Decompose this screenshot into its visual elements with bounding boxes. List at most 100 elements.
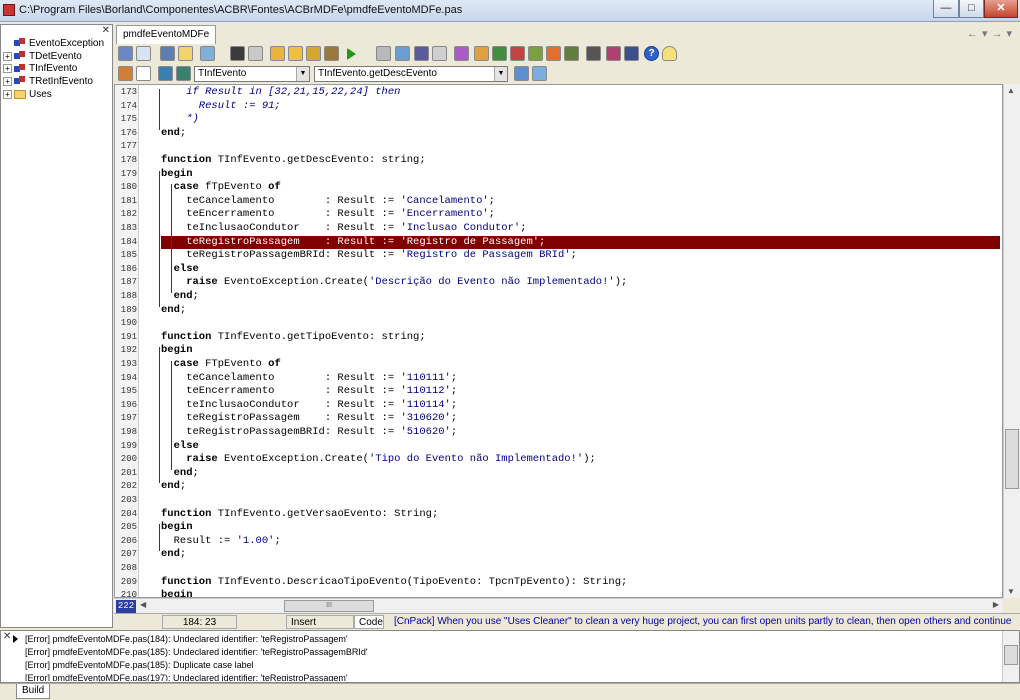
component-palette-icon[interactable] xyxy=(454,46,469,61)
tab-order-icon[interactable] xyxy=(606,46,621,61)
new-unit-icon[interactable] xyxy=(136,46,151,61)
tree-item[interactable]: + Uses xyxy=(3,88,52,101)
remove-icon[interactable] xyxy=(248,46,263,61)
tree-item[interactable]: + TInfEvento xyxy=(3,62,77,75)
tab-build[interactable]: Build xyxy=(16,684,51,699)
code-line[interactable]: teRegistroPassagem : Result := '310620'; xyxy=(161,412,1000,426)
cnpack-wizard-icon[interactable] xyxy=(474,46,489,61)
code-line[interactable]: teEncerramento : Result := '110112'; xyxy=(161,385,1000,399)
code-line[interactable]: teInclusaoCondutor : Result := '110114'; xyxy=(161,399,1000,413)
code-line[interactable]: teRegistroPassagemBRId: Result := 'Regis… xyxy=(161,249,1000,263)
tree-close-icon[interactable]: ✕ xyxy=(102,25,110,36)
sync-icon[interactable] xyxy=(514,66,529,81)
method-list-icon[interactable] xyxy=(176,66,191,81)
code-line[interactable]: teEncerramento : Result := 'Encerramento… xyxy=(161,208,1000,222)
message-line[interactable]: [Error] pmdfeEventoMDFe.pas(184): Undecl… xyxy=(25,633,348,646)
expand-icon[interactable]: + xyxy=(3,51,12,61)
code-line[interactable]: case fTpEvento of xyxy=(161,181,1000,195)
class-combo[interactable]: TInfEvento ▼ xyxy=(194,66,310,82)
code-line[interactable]: end; xyxy=(161,548,1000,562)
code-line[interactable]: teRegistroPassagemBRId: Result := '51062… xyxy=(161,426,1000,440)
code-line[interactable]: function TInfEvento.getVersaoEvento: Str… xyxy=(161,508,1000,522)
pause-icon[interactable] xyxy=(376,46,391,61)
scroll-thumb[interactable] xyxy=(1005,429,1019,489)
tab-code-view[interactable]: Code xyxy=(354,615,384,629)
code-line[interactable]: teCancelamento : Result := 'Cancelamento… xyxy=(161,195,1000,209)
chevron-down-icon[interactable]: ▼ xyxy=(296,67,309,81)
messages-close-icon[interactable]: ✕ xyxy=(3,631,11,642)
code-editor[interactable]: 173 if Result in [32,21,15,22,24] then 17… xyxy=(114,84,1003,598)
code-line[interactable]: function TInfEvento.DescricaoTipoEvento(… xyxy=(161,576,1000,590)
expand-icon[interactable]: + xyxy=(3,89,12,99)
program-reset-icon[interactable] xyxy=(432,46,447,61)
expand-icon[interactable]: + xyxy=(3,64,12,74)
code-line[interactable]: *) xyxy=(161,113,1000,127)
editor-vertical-scrollbar[interactable]: ▲ ▼ xyxy=(1003,84,1020,598)
back-icon[interactable] xyxy=(118,66,133,81)
source-format-icon[interactable] xyxy=(564,46,579,61)
method-combo[interactable]: TInfEvento.getDescEvento ▼ xyxy=(314,66,508,82)
code-line[interactable]: begin xyxy=(161,589,1000,597)
bookmark-icon[interactable] xyxy=(510,46,525,61)
code-line[interactable]: end; xyxy=(161,304,1000,318)
message-line[interactable]: [Error] pmdfeEventoMDFe.pas(185): Duplic… xyxy=(25,659,254,672)
scroll-down-icon[interactable]: ▼ xyxy=(1007,587,1015,596)
scroll-left-icon[interactable]: ◀ xyxy=(140,600,146,609)
code-line[interactable]: Result := 91; xyxy=(161,100,1000,114)
code-line[interactable]: case FTpEvento of xyxy=(161,358,1000,372)
editor-horizontal-scrollbar[interactable]: 222 ◀ III ▶ xyxy=(114,598,1003,613)
tab-pmdfeeventomdfe[interactable]: pmdfeEventoMDFe xyxy=(116,25,217,44)
new-file-icon[interactable] xyxy=(136,66,151,81)
chevron-down-icon[interactable]: ▼ xyxy=(494,67,507,81)
toggle-form-icon[interactable] xyxy=(200,46,215,61)
code-line[interactable]: raise EventoException.Create('Tipo do Ev… xyxy=(161,453,1000,467)
toggle-unit-icon[interactable] xyxy=(230,46,245,61)
code-line[interactable]: teCancelamento : Result := '110111'; xyxy=(161,372,1000,386)
scroll-thumb[interactable] xyxy=(1004,645,1018,665)
message-line[interactable]: [Error] pmdfeEventoMDFe.pas(197): Undecl… xyxy=(25,672,348,681)
trace-into-icon[interactable] xyxy=(395,46,410,61)
code-line[interactable]: function TInfEvento.getTipoEvento: strin… xyxy=(161,331,1000,345)
minimize-button[interactable]: — xyxy=(933,0,959,18)
code-line[interactable]: teInclusaoCondutor : Result := 'Inclusao… xyxy=(161,222,1000,236)
scroll-thumb[interactable]: III xyxy=(284,600,374,612)
code-line[interactable]: else xyxy=(161,263,1000,277)
tree-item[interactable]: + TRetInfEvento xyxy=(3,75,93,88)
run-tools-icon[interactable] xyxy=(324,46,339,61)
cnpack-tip-text[interactable]: [CnPack] When you use "Uses Cleaner" to … xyxy=(394,615,1014,629)
tree-item[interactable]: EventoException xyxy=(3,37,104,50)
code-line[interactable]: raise EventoException.Create('Descrição … xyxy=(161,276,1000,290)
procedure-list-icon[interactable] xyxy=(546,46,561,61)
code-line[interactable]: begin xyxy=(161,344,1000,358)
step-over-icon[interactable] xyxy=(414,46,429,61)
help-icon[interactable]: ? xyxy=(644,46,659,61)
code-line[interactable]: begin xyxy=(161,521,1000,535)
run-icon[interactable] xyxy=(347,48,356,60)
explorer-icon[interactable] xyxy=(624,46,639,61)
view-unit-icon[interactable] xyxy=(160,46,175,61)
view-form-icon[interactable] xyxy=(178,46,193,61)
code-line[interactable]: begin xyxy=(161,168,1000,182)
add-file-icon[interactable] xyxy=(270,46,285,61)
code-line[interactable]: end; xyxy=(161,290,1000,304)
code-line[interactable]: if Result in [32,21,15,22,24] then xyxy=(161,86,1000,100)
code-template-icon[interactable] xyxy=(492,46,507,61)
folder-open-icon[interactable] xyxy=(288,46,303,61)
code-line[interactable]: function TInfEvento.getDescEvento: strin… xyxy=(161,154,1000,168)
navigation-arrows-icon[interactable]: ←▾→▾ xyxy=(967,27,1016,40)
code-line[interactable]: teRegistroPassagem : Result := 'Registro… xyxy=(161,235,1000,250)
tip-lightbulb-icon[interactable] xyxy=(662,46,677,61)
scroll-up-icon[interactable]: ▲ xyxy=(1007,86,1015,95)
code-line[interactable]: end; xyxy=(161,480,1000,494)
code-line[interactable]: Result := '1.00'; xyxy=(161,535,1000,549)
expand-icon[interactable]: + xyxy=(3,76,12,86)
code-line[interactable]: else xyxy=(161,440,1000,454)
message-line[interactable]: [Error] pmdfeEventoMDFe.pas(185): Undecl… xyxy=(25,646,368,659)
class-list-icon[interactable] xyxy=(158,66,173,81)
list-icon[interactable] xyxy=(532,66,547,81)
align-icon[interactable] xyxy=(586,46,601,61)
open-project-icon[interactable] xyxy=(118,46,133,61)
save-all-icon[interactable] xyxy=(306,46,321,61)
messages-scrollbar[interactable] xyxy=(1002,631,1019,682)
tree-item[interactable]: + TDetEvento xyxy=(3,50,82,63)
